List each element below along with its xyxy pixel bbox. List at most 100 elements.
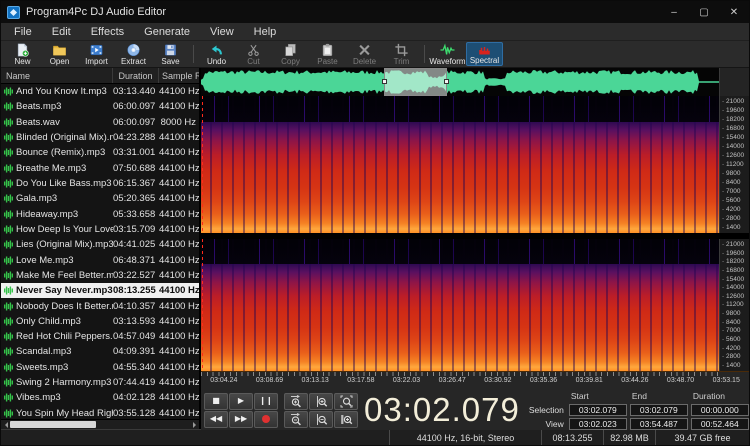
record-icon (262, 415, 270, 423)
trim-button[interactable]: Trim (383, 42, 420, 66)
freq-scale: 2100019600182001680015400140001260011200… (719, 96, 749, 233)
import-button[interactable]: Import (78, 42, 115, 66)
selection-panel: Start End Duration Selection 03:02.079 0… (524, 390, 749, 431)
waveform-view-button[interactable]: Waveform (429, 42, 466, 66)
rewind-button[interactable]: ◀◀ (204, 411, 228, 428)
zoom-out-selection-button[interactable] (309, 411, 333, 428)
copy-button[interactable]: Copy (272, 42, 309, 66)
scroll-left-icon[interactable] (1, 420, 10, 429)
stop-button[interactable]: ■ (204, 393, 228, 410)
file-list-row[interactable]: Breathe Me.mp3 07:50.688 44100 Hz (1, 161, 199, 176)
file-list-row[interactable]: You Spin My Head Right Round... 03:55.12… (1, 406, 199, 419)
file-list-row[interactable]: Gala.mp3 05:20.365 44100 Hz (1, 191, 199, 206)
save-button[interactable]: Save (152, 42, 189, 66)
app-window: Program4Pc DJ Audio Editor – ▢ ✕ File Ed… (0, 0, 750, 446)
scroll-right-icon[interactable] (190, 420, 199, 429)
extract-button[interactable]: Extract (115, 42, 152, 66)
column-header-duration[interactable]: Duration (113, 68, 159, 83)
zoom-in-horizontal-button[interactable] (284, 393, 308, 410)
spectral-view-button[interactable]: Spectral (466, 42, 503, 66)
playhead-cursor[interactable] (202, 96, 203, 233)
file-list-row[interactable]: Nobody Does It Better.mp3 04:10.357 4410… (1, 298, 199, 313)
selection-start-field[interactable]: 03:02.079 (569, 404, 627, 416)
file-list-row[interactable]: Scandal.mp3 04:09.391 44100 Hz (1, 344, 199, 359)
file-list-row[interactable]: Swing 2 Harmony.mp3 07:44.419 44100 Hz (1, 375, 199, 390)
title-bar[interactable]: Program4Pc DJ Audio Editor – ▢ ✕ (1, 1, 749, 23)
column-header-sample-rate[interactable]: Sample Rate (159, 68, 199, 83)
new-button[interactable]: New (4, 42, 41, 66)
file-duration: 07:44.419 (113, 377, 159, 388)
file-list-row[interactable]: Only Child.mp3 03:13.593 44100 Hz (1, 314, 199, 329)
file-list-row[interactable]: Love Me.mp3 06:48.371 44100 Hz (1, 252, 199, 267)
file-list-row[interactable]: Blinded (Original Mix).mp3 04:23.288 441… (1, 130, 199, 145)
delete-button[interactable]: Delete (346, 42, 383, 66)
file-list-row[interactable]: Vibes.mp3 04:02.128 44100 Hz (1, 390, 199, 405)
maximize-button[interactable]: ▢ (689, 1, 719, 23)
file-sample-rate: 44100 Hz (159, 392, 199, 403)
file-list-row[interactable]: Never Say Never.mp3 08:13.255 44100 Hz (1, 283, 199, 298)
open-button[interactable]: Open (41, 42, 78, 66)
cut-button[interactable]: Cut (235, 42, 272, 66)
view-region-right-handle[interactable] (444, 79, 449, 84)
spectral-editor: 2100019600182001680015400140001260011200… (201, 68, 749, 429)
file-list-row[interactable]: Lies (Original Mix).mp3 04:41.025 44100 … (1, 237, 199, 252)
file-list-hscrollbar[interactable] (1, 419, 199, 429)
menu-view[interactable]: View (201, 25, 243, 39)
file-duration: 03:13.440 (113, 86, 159, 97)
extract-cd-icon (126, 43, 141, 57)
view-region-selector[interactable] (384, 68, 447, 96)
view-duration-field[interactable]: 00:52.464 (691, 418, 749, 430)
menu-file[interactable]: File (5, 25, 41, 39)
file-list-header[interactable]: Name Duration Sample Rate (1, 68, 199, 84)
file-list-row[interactable]: Do You Like Bass.mp3 06:15.367 44100 Hz (1, 176, 199, 191)
play-button[interactable]: ▶ (229, 393, 253, 410)
selection-duration-field[interactable]: 00:00.000 (691, 404, 749, 416)
view-start-field[interactable]: 03:02.023 (569, 418, 627, 430)
column-header-name[interactable]: Name (1, 68, 113, 83)
freq-label: 11200 (722, 161, 749, 168)
pause-button[interactable]: ❙❙ (254, 393, 278, 410)
file-duration: 03:55.128 (113, 408, 159, 419)
fast-forward-button[interactable]: ▶▶ (229, 411, 253, 428)
file-list-row[interactable]: Hideaway.mp3 05:33.658 44100 Hz (1, 207, 199, 222)
playhead-cursor[interactable] (202, 239, 203, 371)
selection-end-field[interactable]: 03:02.079 (630, 404, 688, 416)
undo-button[interactable]: Undo (198, 42, 235, 66)
paste-button[interactable]: Paste (309, 42, 346, 66)
file-sample-rate: 44100 Hz (159, 101, 199, 112)
record-button[interactable] (254, 411, 278, 428)
view-end-field[interactable]: 03:54.487 (630, 418, 688, 430)
file-list-row[interactable]: How Deep Is Your Love.mp3 03:15.709 4410… (1, 222, 199, 237)
menu-generate[interactable]: Generate (135, 25, 199, 39)
view-region-left-handle[interactable] (382, 79, 387, 84)
scrollbar-track[interactable] (10, 420, 190, 429)
close-button[interactable]: ✕ (719, 1, 749, 23)
zoom-in-selection-button[interactable] (309, 393, 333, 410)
minimize-button[interactable]: – (659, 1, 689, 23)
timeline-labels: 03:04.2403:08.6903:13.1303:17.5803:22.03… (201, 377, 749, 384)
file-list-row[interactable]: Bounce (Remix).mp3 03:31.001 44100 Hz (1, 145, 199, 160)
file-duration: 06:00.097 (113, 117, 159, 128)
zoom-full-button[interactable] (334, 393, 358, 410)
menu-edit[interactable]: Edit (43, 25, 80, 39)
spectrogram-left-channel[interactable] (201, 96, 719, 233)
file-list-row[interactable]: And You Know It.mp3 03:13.440 44100 Hz (1, 84, 199, 99)
file-list-row[interactable]: Red Hot Chili Peppers.mp3 04:57.049 4410… (1, 329, 199, 344)
file-list-row[interactable]: Make Me Feel Better.mp3 03:22.527 44100 … (1, 268, 199, 283)
timeline-ruler[interactable]: 03:04.2403:08.6903:13.1303:17.5803:22.03… (201, 371, 749, 390)
menu-help[interactable]: Help (245, 25, 286, 39)
scrollbar-thumb[interactable] (10, 421, 96, 428)
file-list-row[interactable]: Beats.wav 06:00.097 8000 Hz (1, 115, 199, 130)
menu-effects[interactable]: Effects (82, 25, 133, 39)
file-duration: 06:15.367 (113, 178, 159, 189)
file-name: Breathe Me.mp3 (16, 163, 86, 174)
overview-waveform[interactable] (201, 68, 719, 96)
file-sample-rate: 44100 Hz (159, 285, 199, 296)
file-list-row[interactable]: Beats.mp3 06:00.097 44100 Hz (1, 99, 199, 114)
spectrogram-row-left: 2100019600182001680015400140001260011200… (201, 96, 749, 233)
spectrogram-right-channel[interactable] (201, 239, 719, 371)
status-format: 44100 Hz, 16-bit, Stereo (389, 430, 541, 445)
file-list-row[interactable]: Sweets.mp3 04:55.340 44100 Hz (1, 360, 199, 375)
zoom-one-to-one-button[interactable] (334, 411, 358, 428)
zoom-out-horizontal-button[interactable] (284, 411, 308, 428)
